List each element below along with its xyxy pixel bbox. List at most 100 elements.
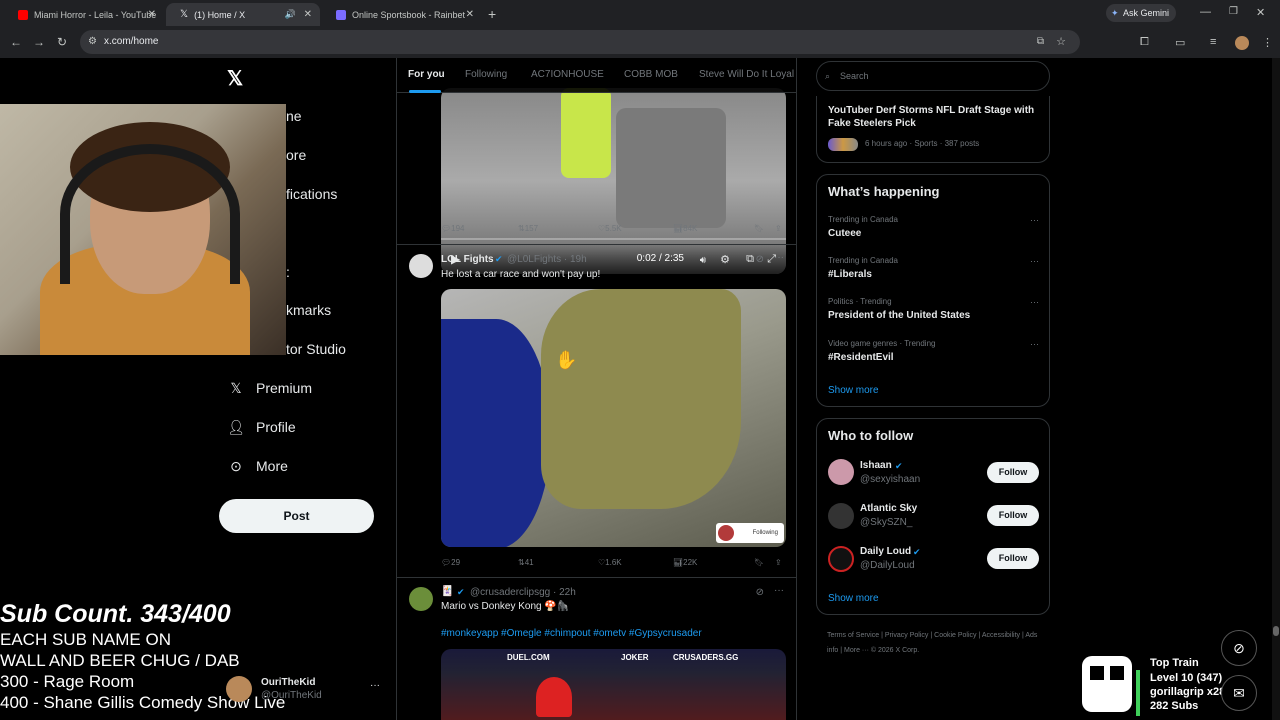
views-button[interactable]: 📊︎ 84K xyxy=(673,224,697,233)
author-handle[interactable]: @L0LFights · 19h xyxy=(507,254,587,265)
user-name[interactable]: Atlantic Sky xyxy=(860,503,917,514)
nav-premium[interactable]: 𝕏 Premium xyxy=(228,380,312,397)
more-options-icon[interactable]: ··· xyxy=(1030,339,1039,349)
menu-icon[interactable]: ⋮ xyxy=(1262,36,1273,49)
install-icon[interactable]: ⧉ xyxy=(1037,30,1044,54)
author-handle[interactable]: @crusaderclipsgg · 22h xyxy=(470,587,576,598)
bookmark-icon[interactable]: 🔖︎ xyxy=(754,558,764,567)
bookmark-icon[interactable]: 🔖︎ xyxy=(754,224,764,233)
trend-name[interactable]: President of the United States xyxy=(828,310,970,321)
avatar[interactable] xyxy=(828,546,854,572)
follow-button[interactable]: Follow xyxy=(987,548,1039,569)
more-options-icon[interactable]: ··· xyxy=(774,585,784,596)
repost-button[interactable]: ⇅ 157 xyxy=(518,224,538,233)
repost-count: 157 xyxy=(524,224,539,233)
share-icon[interactable]: ⇪ xyxy=(775,224,782,233)
share-icon[interactable]: ⇪ xyxy=(775,558,782,567)
post-video[interactable]: DUEL.COM JOKER CRUSADERS.GG xyxy=(441,649,786,720)
trend-name[interactable]: #ResidentEvil xyxy=(828,352,894,363)
footer-link[interactable]: Terms of Service xyxy=(827,632,879,639)
show-more-link[interactable]: Show more xyxy=(828,385,879,396)
news-card[interactable]: YouTuber Derf Storms NFL Draft Stage wit… xyxy=(816,96,1050,163)
close-icon[interactable]: ✕ xyxy=(148,9,156,20)
nav-bookmarks[interactable]: kmarks xyxy=(286,302,331,318)
close-icon[interactable]: ✕ xyxy=(466,9,474,20)
new-tab-button[interactable]: + xyxy=(488,6,496,22)
trend-name[interactable]: Cuteee xyxy=(828,228,861,239)
tab-following[interactable]: Following xyxy=(465,69,507,80)
site-info-icon[interactable]: ⚙ xyxy=(88,30,97,54)
nav-grok[interactable]: : xyxy=(286,264,290,280)
tab-x-home[interactable]: 𝕏 (1) Home / X 🔊 ✕ xyxy=(166,3,320,26)
extensions-icon[interactable]: ⧠ xyxy=(1140,36,1149,49)
tab-rainbet[interactable]: Online Sportsbook - Rainbet ✕ xyxy=(322,3,482,26)
repost-button[interactable]: ⇅ 41 xyxy=(518,558,534,567)
footer-link[interactable]: Privacy Policy xyxy=(885,632,929,639)
tab-ac7ionhouse[interactable]: AC7IONHOUSE xyxy=(531,69,604,80)
nav-profile[interactable]: 👤︎ Profile xyxy=(227,419,296,436)
avatar[interactable] xyxy=(409,587,433,611)
post-button[interactable]: Post xyxy=(219,499,374,533)
post-video[interactable]: ▶ 0:02 / 2:35 🔊︎ ⚙ ⧉ ⤢ xyxy=(441,88,786,274)
avatar[interactable] xyxy=(409,254,433,278)
ask-gemini-button[interactable]: ✦ Ask Gemini xyxy=(1106,4,1176,22)
media-icon[interactable]: ≡ xyxy=(1210,36,1216,48)
post-video[interactable]: Following xyxy=(441,289,786,547)
footer-link[interactable]: More ··· xyxy=(844,647,869,654)
footer-link[interactable]: Accessibility xyxy=(982,632,1020,639)
like-button[interactable]: ♡ 1.6K xyxy=(598,558,622,567)
minimize-button[interactable]: — xyxy=(1200,6,1211,18)
user-name[interactable]: Ishaan xyxy=(860,460,892,471)
active-tab-indicator xyxy=(409,90,441,93)
trend-name[interactable]: #Liberals xyxy=(828,269,872,280)
messages-icon[interactable]: ✉ xyxy=(1221,675,1257,711)
video-progress[interactable] xyxy=(441,238,786,240)
address-bar[interactable]: ⚙ x.com/home ☆ ⧉ xyxy=(80,30,1080,54)
author-name[interactable]: LOL Fights xyxy=(441,254,494,265)
more-options-icon[interactable]: ··· xyxy=(774,252,784,263)
follow-button[interactable]: Follow xyxy=(987,462,1039,483)
follow-button[interactable]: Follow xyxy=(987,505,1039,526)
close-icon[interactable]: ✕ xyxy=(304,9,312,20)
reply-button[interactable]: 💬︎ 194 xyxy=(441,224,465,233)
volume-icon[interactable]: 🔊︎ xyxy=(700,255,706,266)
more-options-icon[interactable]: ··· xyxy=(1030,215,1039,225)
views-button[interactable]: 📊︎ 22K xyxy=(673,558,697,567)
settings-icon[interactable]: ⚙ xyxy=(720,253,730,266)
nav-more[interactable]: ⊙ More xyxy=(228,458,288,475)
bookmark-star-icon[interactable]: ☆ xyxy=(1056,30,1066,54)
grok-icon[interactable]: ⊘ xyxy=(1221,630,1257,666)
tab-cobb-mob[interactable]: COBB MOB xyxy=(624,69,678,80)
nav-explore[interactable]: ore xyxy=(286,147,306,163)
tab-for-you[interactable]: For you xyxy=(408,69,445,80)
more-options-icon[interactable]: ··· xyxy=(1030,256,1039,266)
tab-youtube[interactable]: Miami Horror - Leila - YouTube ✕ xyxy=(4,3,164,26)
reply-button[interactable]: 💬︎ 29 xyxy=(441,558,460,567)
more-options-icon[interactable]: ··· xyxy=(370,680,380,691)
avatar[interactable] xyxy=(828,459,854,485)
profile-avatar[interactable] xyxy=(1235,36,1249,50)
grok-icon[interactable]: ⊘ xyxy=(756,587,764,598)
grok-icon[interactable]: ⊘ xyxy=(756,254,764,265)
show-more-link[interactable]: Show more xyxy=(828,593,879,604)
scrollbar-thumb[interactable] xyxy=(1273,626,1279,636)
avatar[interactable] xyxy=(828,503,854,529)
nav-home[interactable]: ne xyxy=(286,108,302,124)
speaker-icon[interactable]: 🔊 xyxy=(285,9,296,20)
maximize-button[interactable]: ❐ xyxy=(1229,6,1238,17)
pip-icon[interactable]: ⧉ xyxy=(746,253,754,266)
more-options-icon[interactable]: ··· xyxy=(1030,297,1039,307)
nav-creator-studio[interactable]: tor Studio xyxy=(286,341,346,357)
sidepanel-icon[interactable]: ▭ xyxy=(1175,36,1185,49)
user-name[interactable]: Daily Loud xyxy=(860,546,911,557)
x-logo-icon[interactable]: 𝕏 xyxy=(227,66,243,91)
scrollbar[interactable] xyxy=(1272,58,1280,720)
like-button[interactable]: ♡ 5.5K xyxy=(598,224,622,233)
hashtags[interactable]: #monkeyapp #Omegle #chimpout #ometv #Gyp… xyxy=(441,628,702,639)
account-switcher[interactable]: OuriTheKid @OuriTheKid ··· xyxy=(226,674,396,720)
search-input[interactable]: ⌕ Search xyxy=(816,61,1050,91)
footer-link[interactable]: Cookie Policy xyxy=(934,632,976,639)
tab-steve-will-do-it[interactable]: Steve Will Do It Loyal xyxy=(699,69,794,80)
window-close-button[interactable]: ✕ xyxy=(1256,6,1265,19)
nav-notifications[interactable]: fications xyxy=(286,186,337,202)
